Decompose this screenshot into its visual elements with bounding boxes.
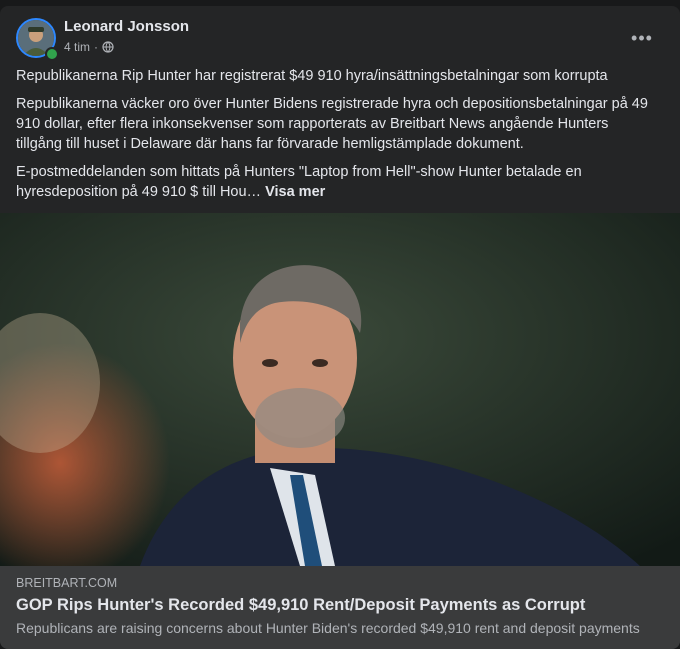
post-photo[interactable]	[0, 213, 680, 566]
more-horizontal-icon: •••	[631, 27, 653, 48]
online-status-dot	[45, 47, 59, 61]
post-card: Leonard Jonsson 4 tim · ••• Republikaner…	[0, 6, 680, 649]
post-text: Republikanerna Rip Hunter har registrera…	[16, 66, 656, 210]
post-paragraph-1: Republikanerna Rip Hunter har registrera…	[16, 68, 608, 84]
globe-icon[interactable]	[102, 41, 114, 53]
author-name[interactable]: Leonard Jonsson	[64, 18, 189, 35]
meta-separator: ·	[94, 40, 99, 54]
link-preview[interactable]: BREITBART.COM GOP Rips Hunter's Recorded…	[0, 566, 680, 649]
more-options-button[interactable]: •••	[624, 20, 660, 56]
photo-illustration	[0, 213, 680, 566]
post-paragraph-2: Republikanerna väcker oro över Hunter Bi…	[16, 96, 648, 152]
link-domain: BREITBART.COM	[16, 576, 118, 590]
post-time[interactable]: 4 tim	[64, 40, 90, 54]
link-title[interactable]: GOP Rips Hunter's Recorded $49,910 Rent/…	[16, 596, 585, 615]
post-meta: 4 tim ·	[64, 40, 114, 54]
post-paragraph-3: E-postmeddelanden som hittats på Hunters…	[16, 162, 656, 202]
link-description: Republicans are raising concerns about H…	[16, 620, 640, 636]
see-more-link[interactable]: Visa mer	[265, 184, 325, 200]
post-header: Leonard Jonsson 4 tim · •••	[16, 18, 668, 62]
